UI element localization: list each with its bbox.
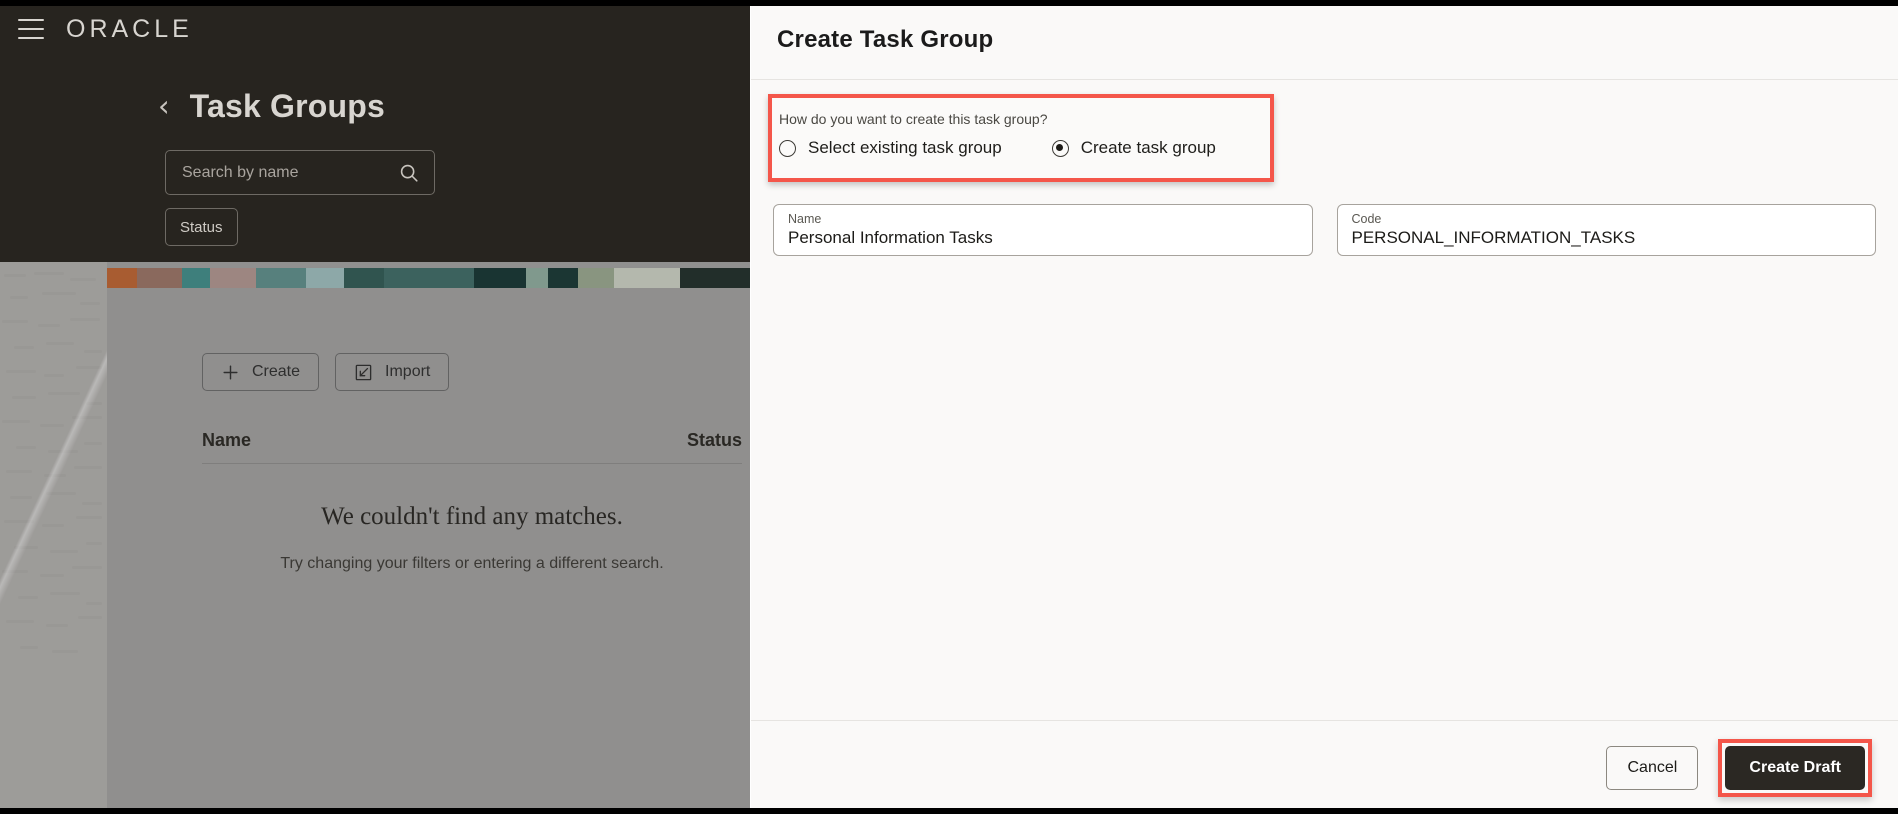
import-button-label: Import [385, 363, 431, 380]
drawer-footer: Cancel Create Draft [751, 720, 1898, 814]
hamburger-icon[interactable] [18, 19, 44, 39]
empty-state: We couldn't find any matches. Try changi… [202, 503, 742, 573]
empty-state-title: We couldn't find any matches. [321, 503, 623, 530]
name-field-label: Name [788, 212, 822, 226]
creation-mode-radio-group: Select existing task group Create task g… [779, 138, 1216, 158]
code-field-label: Code [1351, 212, 1382, 226]
frame-bottom-border [0, 808, 1898, 814]
create-task-group-drawer: Create Task Group How do you want to cre… [750, 0, 1898, 814]
page-header: ‹ Task Groups [158, 88, 385, 125]
creation-mode-question: How do you want to create this task grou… [779, 111, 1048, 127]
column-header-name[interactable]: Name [202, 430, 251, 451]
radio-option-create-new-label: Create task group [1080, 138, 1216, 157]
cancel-button[interactable]: Cancel [1606, 745, 1699, 790]
radio-option-select-existing[interactable]: Select existing task group [779, 138, 1002, 158]
name-field[interactable]: Name [773, 204, 1313, 256]
plus-icon [223, 364, 238, 380]
import-button[interactable]: Import [335, 353, 450, 391]
empty-state-subtitle: Try changing your filters or entering a … [280, 555, 664, 572]
search-icon[interactable] [398, 162, 420, 184]
screenshot-root: ORACLE ‹ Task Groups Status [0, 0, 1898, 814]
column-header-status[interactable]: Status [687, 430, 742, 451]
content-toolbar: Create Import [202, 353, 450, 391]
filter-chip-label: Status [180, 218, 223, 236]
table-header-row: Name Status [202, 430, 742, 464]
radio-option-create-new[interactable]: Create task group [1051, 138, 1216, 158]
import-arrow-icon [355, 364, 372, 380]
create-draft-highlight-box: Create Draft [1718, 738, 1872, 797]
code-field[interactable]: Code [1336, 204, 1876, 256]
drawer-body: How do you want to create this task grou… [751, 81, 1898, 720]
create-button[interactable]: Create [202, 353, 320, 391]
decorative-left-rail [0, 262, 107, 814]
global-header-bar: ORACLE [0, 0, 750, 58]
search-box[interactable] [165, 150, 435, 195]
name-input[interactable] [788, 226, 1298, 250]
drawer-header: Create Task Group [751, 0, 1898, 80]
filter-chip-status[interactable]: Status [165, 208, 238, 246]
chevron-left-icon[interactable]: ‹ [158, 92, 170, 121]
radio-unchecked-icon[interactable] [779, 139, 796, 157]
search-input[interactable] [180, 162, 398, 183]
radio-checked-icon[interactable] [1051, 139, 1069, 157]
code-input[interactable] [1351, 226, 1861, 250]
background-application: ORACLE ‹ Task Groups Status [0, 0, 750, 814]
oracle-logo: ORACLE [66, 14, 193, 43]
create-button-label: Create [252, 363, 301, 380]
decorative-banner-strip [107, 268, 750, 288]
create-draft-button[interactable]: Create Draft [1725, 745, 1865, 790]
radio-option-select-existing-label: Select existing task group [808, 138, 1002, 157]
task-group-fields: Name Code [773, 204, 1876, 256]
frame-top-border [0, 0, 1898, 6]
task-groups-content-card: Create Import Name Status We couldn't fi… [107, 288, 750, 814]
drawer-title: Create Task Group [777, 25, 994, 53]
page-title: Task Groups [189, 88, 386, 124]
rail-diagonal-accent [0, 262, 107, 672]
